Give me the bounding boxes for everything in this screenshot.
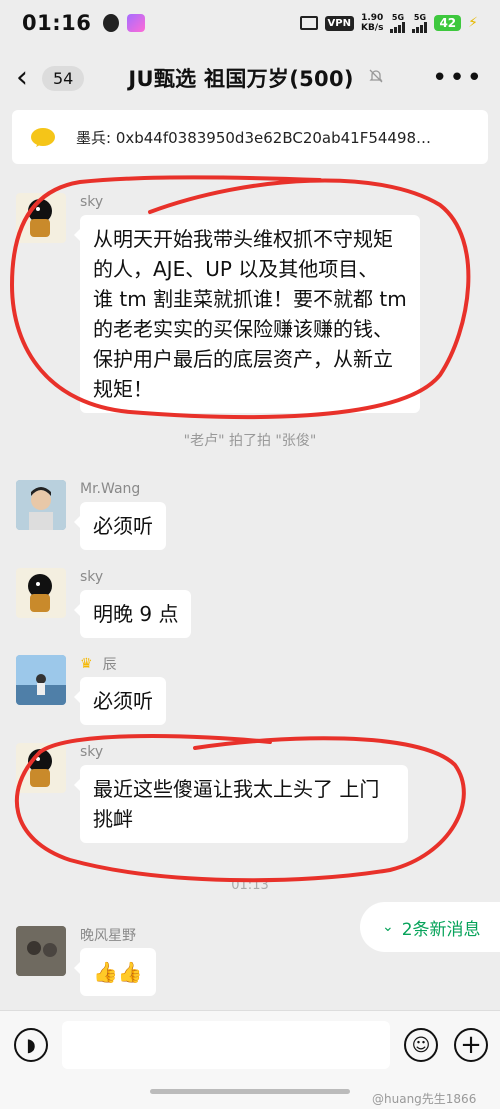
system-notice: "老卢" 拍了拍 "张俊" bbox=[183, 433, 317, 449]
charging-icon: ⚡ bbox=[468, 15, 478, 31]
message-row: sky 最近这些傻逼让我太上头了 上门 挑衅 bbox=[16, 743, 408, 843]
sender-name: sky bbox=[80, 743, 104, 760]
home-indicator bbox=[150, 1089, 350, 1094]
avatar[interactable] bbox=[16, 568, 66, 618]
sender-name: ♛ 辰 bbox=[80, 655, 117, 673]
vpn-badge: VPN bbox=[324, 15, 354, 31]
chat-title: JU甄选 祖国万岁(500) bbox=[128, 67, 354, 91]
back-arrow-icon[interactable]: ‹ bbox=[16, 63, 38, 93]
message-input[interactable] bbox=[62, 1021, 390, 1069]
message-bubble[interactable]: 最近这些傻逼让我太上头了 上门 挑衅 bbox=[74, 765, 408, 843]
status-bar: 01:16 VPN 1.90 KB/s 5G 5G 42 ⚡ bbox=[0, 0, 500, 46]
message-bubble[interactable]: 从明天开始我带头维权抓不守规矩 的人，AJE、UP 以及其他项目、 谁 tm 割… bbox=[74, 215, 420, 413]
avatar[interactable] bbox=[16, 743, 66, 793]
qq-icon bbox=[103, 14, 120, 32]
double-chevron-down-icon: ⌄ bbox=[382, 919, 394, 935]
message-bubble[interactable]: 必须听 bbox=[74, 677, 166, 725]
sender-name: sky bbox=[80, 193, 104, 210]
crown-icon: ♛ bbox=[80, 655, 93, 672]
timestamp: 01:13 bbox=[231, 878, 269, 893]
avatar[interactable] bbox=[16, 926, 66, 976]
bell-off-icon bbox=[368, 68, 384, 88]
message-row: sky 明晚 9 点 bbox=[16, 568, 192, 638]
message-bubble[interactable]: 明晚 9 点 bbox=[73, 590, 192, 638]
app-notification-icon bbox=[127, 14, 146, 32]
message-row: ♛ 辰 必须听 bbox=[16, 655, 166, 725]
message-bubble[interactable]: 必须听 bbox=[74, 502, 166, 550]
vibrate-icon bbox=[299, 16, 318, 30]
megaphone-icon bbox=[31, 128, 55, 147]
message-row: 晚风星野 👍👍 bbox=[16, 926, 156, 996]
pinned-announcement[interactable]: 墨兵: 0xb44f0383950d3e62BC20ab41F54498… bbox=[12, 110, 488, 164]
message-bubble[interactable]: 👍👍 bbox=[74, 948, 156, 996]
voice-icon[interactable]: ◗ bbox=[14, 1028, 48, 1062]
battery-indicator: 42 bbox=[434, 15, 462, 31]
message-row: Mr.Wang 必须听 bbox=[16, 480, 166, 550]
clock: 01:16 bbox=[22, 11, 92, 35]
avatar[interactable] bbox=[16, 193, 66, 243]
chat-header: ‹ 54 JU甄选 祖国万岁(500) ••• bbox=[0, 50, 500, 106]
network-speed: 1.90 KB/s bbox=[360, 13, 384, 33]
plus-icon[interactable]: + bbox=[454, 1028, 488, 1062]
new-messages-button[interactable]: ⌄ 2条新消息 bbox=[360, 902, 500, 952]
watermark: @huang先生1866 bbox=[372, 1092, 477, 1106]
emoji-icon[interactable]: ☺ bbox=[404, 1028, 438, 1062]
more-icon[interactable]: ••• bbox=[432, 63, 484, 93]
signal-2: 5G bbox=[412, 13, 428, 33]
message-row: sky 从明天开始我带头维权抓不守规矩 的人，AJE、UP 以及其他项目、 谁 … bbox=[16, 193, 420, 413]
avatar[interactable] bbox=[16, 480, 66, 530]
sender-name: Mr.Wang bbox=[80, 480, 141, 497]
sender-name: 晚风星野 bbox=[80, 927, 136, 944]
signal-1: 5G bbox=[390, 13, 406, 33]
avatar[interactable] bbox=[16, 655, 66, 705]
unread-count-badge[interactable]: 54 bbox=[42, 65, 85, 91]
sender-name: sky bbox=[80, 568, 104, 585]
pinned-text: 墨兵: 0xb44f0383950d3e62BC20ab41F54498… bbox=[76, 128, 432, 147]
